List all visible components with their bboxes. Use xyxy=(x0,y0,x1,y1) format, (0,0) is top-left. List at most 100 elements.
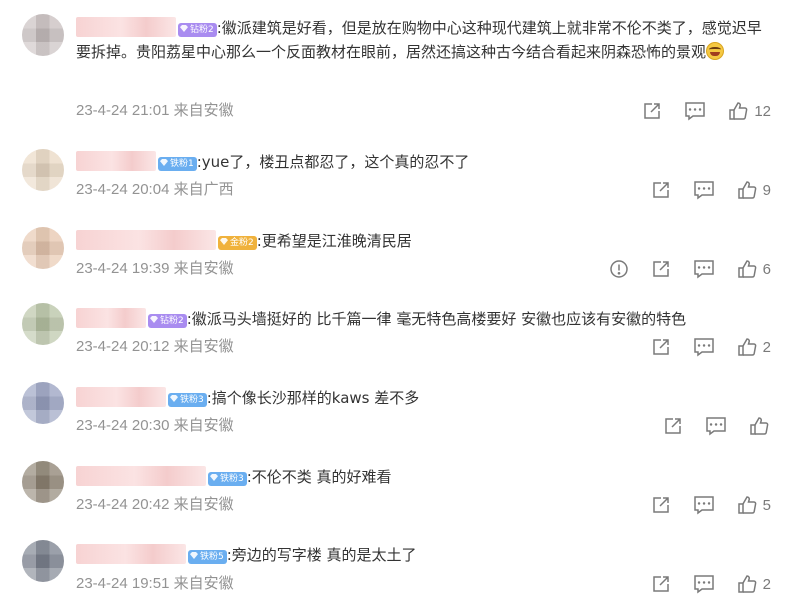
share-icon xyxy=(663,416,683,436)
like-icon xyxy=(737,180,757,200)
reply-button[interactable] xyxy=(693,574,715,594)
like-button[interactable]: 12 xyxy=(728,101,771,121)
reply-button[interactable] xyxy=(705,416,727,436)
comment-body: 铁粉1:yue了，楼丑点都忍了，这个真的忍不了 xyxy=(76,150,771,174)
share-icon xyxy=(651,574,671,594)
share-icon xyxy=(651,259,671,279)
username-masked[interactable] xyxy=(76,387,166,407)
username-masked[interactable] xyxy=(76,151,156,171)
laugh-cry-emoji-icon xyxy=(706,42,725,60)
comment-time: 23-4-24 20:04 xyxy=(76,181,170,198)
comment-text: :yue了，楼丑点都忍了，这个真的忍不了 xyxy=(196,153,470,171)
comment-location: 来自安徽 xyxy=(173,102,234,119)
username-masked[interactable] xyxy=(76,308,146,328)
username-masked[interactable] xyxy=(76,17,176,37)
avatar[interactable] xyxy=(22,303,64,345)
reply-button[interactable] xyxy=(693,337,715,357)
fan-badge: 铁粉1 xyxy=(158,157,197,171)
like-icon xyxy=(737,259,757,279)
diamond-icon xyxy=(150,316,158,323)
diamond-icon xyxy=(190,552,198,559)
comment-meta: 23-4-24 20:04 来自广西 xyxy=(76,180,234,200)
comment-time: 23-4-24 20:30 xyxy=(76,417,170,434)
like-icon xyxy=(728,101,748,121)
like-count: 2 xyxy=(762,575,771,593)
like-count: 6 xyxy=(762,260,771,278)
comment-actions: 9 xyxy=(629,180,771,200)
fan-badge-label: 铁粉1 xyxy=(170,159,194,169)
comment-actions: 12 xyxy=(620,101,771,121)
fan-badge-label: 铁粉3 xyxy=(180,395,204,405)
comment-location: 来自安徽 xyxy=(173,575,234,592)
like-button[interactable]: 2 xyxy=(737,574,771,594)
reply-icon xyxy=(693,180,715,200)
reply-button[interactable] xyxy=(693,259,715,279)
reply-button[interactable] xyxy=(693,180,715,200)
avatar[interactable] xyxy=(22,540,64,582)
reply-button[interactable] xyxy=(684,101,706,121)
diamond-icon xyxy=(220,238,228,245)
fan-badge: 金粉2 xyxy=(218,236,257,250)
like-button[interactable]: 9 xyxy=(737,180,771,200)
report-button[interactable] xyxy=(609,259,629,279)
comment-meta: 23-4-24 20:42 来自安徽 xyxy=(76,495,234,515)
fan-badge: 铁粉5 xyxy=(188,550,227,564)
comment-text: :徽派马头墙挺好的 比千篇一律 毫无特色高楼要好 安徽也应该有安徽的特色 xyxy=(186,310,687,328)
share-icon xyxy=(642,101,662,121)
username-masked[interactable] xyxy=(76,230,216,250)
avatar[interactable] xyxy=(22,227,64,269)
like-icon xyxy=(737,574,757,594)
reply-icon xyxy=(705,416,727,436)
share-button[interactable] xyxy=(651,495,671,515)
comment-location: 来自广西 xyxy=(173,181,234,198)
fan-badge-label: 铁粉5 xyxy=(200,552,224,562)
fan-badge: 铁粉3 xyxy=(208,472,247,486)
reply-icon xyxy=(693,574,715,594)
comment-time: 23-4-24 19:39 xyxy=(76,260,170,277)
comment-time: 23-4-24 21:01 xyxy=(76,102,170,119)
comment-actions: 2 xyxy=(629,337,771,357)
like-button[interactable]: 5 xyxy=(737,495,771,515)
comment-actions: 2 xyxy=(629,574,771,594)
like-icon xyxy=(749,416,769,436)
fan-badge: 钻粉2 xyxy=(148,314,187,328)
username-masked[interactable] xyxy=(76,544,186,564)
avatar[interactable] xyxy=(22,14,64,56)
like-count: 2 xyxy=(762,338,771,356)
comment-body: 钻粉2:徽派建筑是好看，但是放在购物中心这种现代建筑上就非常不伦不类了，感觉迟早… xyxy=(76,16,771,64)
avatar[interactable] xyxy=(22,461,64,503)
share-icon xyxy=(651,495,671,515)
diamond-icon xyxy=(160,159,168,166)
diamond-icon xyxy=(210,474,218,481)
share-button[interactable] xyxy=(663,416,683,436)
avatar[interactable] xyxy=(22,149,64,191)
comment-text: :更希望是江淮晚清民居 xyxy=(256,232,412,250)
comment-text: :不伦不类 真的好难看 xyxy=(246,468,392,486)
share-button[interactable] xyxy=(651,180,671,200)
like-button[interactable]: 2 xyxy=(737,337,771,357)
comment-actions: 6 xyxy=(587,259,771,279)
share-button[interactable] xyxy=(651,337,671,357)
comment-meta: 23-4-24 19:51 来自安徽 xyxy=(76,574,234,594)
comment-actions: 5 xyxy=(629,495,771,515)
share-button[interactable] xyxy=(642,101,662,121)
like-button[interactable] xyxy=(749,416,769,436)
username-masked[interactable] xyxy=(76,466,206,486)
comment-meta: 23-4-24 20:30 来自安徽 xyxy=(76,416,234,436)
share-button[interactable] xyxy=(651,259,671,279)
fan-badge-label: 钻粉2 xyxy=(160,316,184,326)
comment-time: 23-4-24 20:12 xyxy=(76,338,170,355)
reply-icon xyxy=(693,259,715,279)
share-button[interactable] xyxy=(651,574,671,594)
fan-badge-label: 铁粉3 xyxy=(220,474,244,484)
reply-button[interactable] xyxy=(693,495,715,515)
avatar[interactable] xyxy=(22,382,64,424)
fan-badge: 铁粉3 xyxy=(168,393,207,407)
comment-location: 来自安徽 xyxy=(173,496,234,513)
report-icon xyxy=(609,259,629,279)
fan-badge: 钻粉2 xyxy=(178,23,217,37)
comment-text: :旁边的写字楼 真的是太土了 xyxy=(226,546,417,564)
like-count: 9 xyxy=(762,181,771,199)
like-button[interactable]: 6 xyxy=(737,259,771,279)
comment-body: 铁粉5:旁边的写字楼 真的是太土了 xyxy=(76,543,771,567)
